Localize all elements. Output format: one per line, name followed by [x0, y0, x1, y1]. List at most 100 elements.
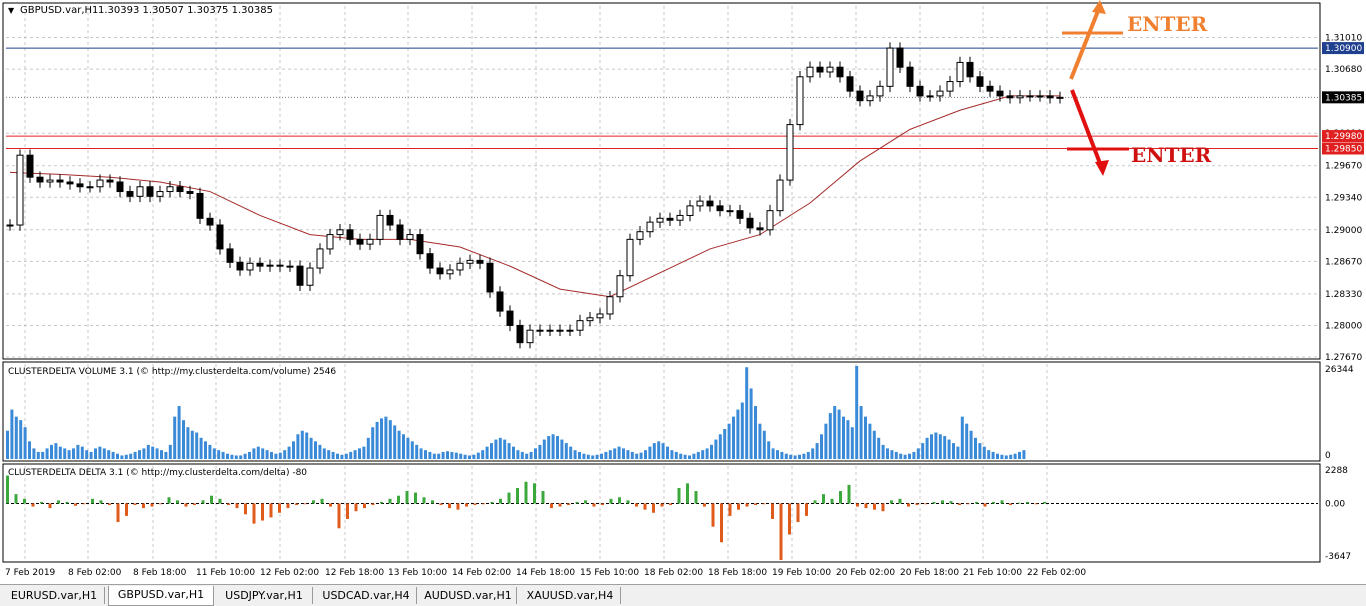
volume-bar [314, 441, 317, 459]
time-tick-label: 8 Feb 18:00 [133, 568, 187, 578]
volume-bar [331, 451, 335, 459]
delta-bar [1026, 501, 1029, 504]
volume-bar [582, 453, 586, 459]
price-tick-label: 1.29000 [1325, 226, 1362, 236]
candle-body [476, 259, 484, 264]
candle-body [1036, 95, 1044, 98]
tab-gbpusd[interactable]: GBPUSD.var,H1 [108, 586, 214, 606]
volume-bar [102, 448, 106, 459]
volume-bar [1000, 454, 1004, 459]
volume-bar [996, 453, 999, 459]
volume-bar [226, 453, 229, 459]
volume-bar [745, 367, 749, 459]
candle-body [656, 217, 664, 223]
price-tick-label: 1.29670 [1325, 162, 1362, 172]
delta-bar [924, 503, 927, 505]
delta-bar [779, 503, 783, 560]
volume-bar [494, 439, 498, 459]
volume-bar [278, 452, 282, 459]
delta-tick-label: 0.00 [1325, 499, 1345, 509]
volume-bar [767, 441, 771, 459]
volume-tick-label: 0 [1325, 451, 1331, 461]
volume-bar [978, 443, 982, 459]
volume-bar [468, 455, 471, 459]
volume-bar [437, 453, 441, 459]
candle-body [76, 183, 84, 188]
delta-bar [720, 503, 723, 543]
volume-bar [490, 443, 493, 459]
tab-eurusd[interactable]: EURUSD.var,H1 [4, 587, 105, 604]
price-label-text: 1.29980 [1325, 132, 1362, 142]
candle-body [146, 186, 154, 197]
volume-bar [366, 437, 370, 459]
volume-bar [516, 450, 520, 459]
delta-bar [601, 503, 604, 506]
volume-bar [6, 430, 9, 459]
tab-usdjpy[interactable]: USDJPY.var,H1 [216, 587, 313, 604]
volume-bar [94, 448, 97, 459]
time-tick-label: 15 Feb 10:00 [580, 568, 639, 578]
delta-bar [745, 503, 749, 507]
tab-audusd[interactable]: AUDUSD.var,H1 [420, 587, 517, 604]
volume-bar [230, 454, 234, 459]
delta-axis: 2288 0.00 -3647 [1325, 466, 1351, 562]
volume-bar [340, 454, 344, 459]
volume-bar [208, 444, 212, 459]
candle-body [836, 66, 844, 78]
candle-body [646, 221, 654, 233]
delta-bar [754, 503, 757, 506]
delta-bar [711, 503, 715, 527]
delta-bar [864, 503, 868, 509]
volume-bar [419, 448, 423, 459]
volume-bar [727, 423, 731, 459]
delta-bar [1009, 503, 1012, 506]
volume-bar [894, 451, 898, 459]
volume-bar [252, 448, 256, 459]
delta-bar [541, 491, 545, 504]
price-label-text: 1.30385 [1325, 93, 1362, 103]
price-tick-label: 1.28330 [1325, 290, 1362, 300]
volume-bar [538, 444, 542, 459]
candle-body [1006, 95, 1014, 99]
delta-bar [677, 487, 681, 504]
volume-bar [336, 453, 339, 459]
delta-bar [1034, 503, 1038, 505]
volume-bar [749, 388, 753, 459]
tab-xauusd[interactable]: XAUUSD.var,H4 [520, 587, 621, 604]
candle-body [536, 329, 544, 332]
volume-bar [705, 448, 709, 459]
delta-bar [133, 503, 137, 506]
delta-panel [2, 463, 1321, 563]
volume-bar [974, 437, 977, 459]
volume-bar [164, 451, 168, 459]
price-tick-label: 1.28670 [1325, 257, 1362, 267]
candle-body [496, 291, 504, 312]
header-arrow-icon[interactable]: ▼ [8, 6, 15, 15]
delta-bar [830, 498, 834, 504]
delta-bar [465, 503, 468, 507]
candle-body [386, 214, 394, 226]
volume-bar [507, 443, 511, 459]
candle-body [276, 264, 284, 267]
tab-usdcad[interactable]: USDCAD.var,H4 [316, 587, 417, 604]
volume-bar [639, 452, 643, 459]
time-tick-label: 13 Feb 10:00 [388, 568, 447, 578]
volume-bar [802, 453, 806, 459]
volume-bar [859, 406, 863, 459]
volume-bar [349, 451, 353, 459]
volume-tick-label: 26344 [1325, 365, 1354, 375]
candle-body [546, 329, 554, 332]
candle-body [206, 217, 214, 226]
delta-bar [805, 503, 808, 516]
volume-bar [256, 446, 260, 459]
delta-bar [652, 503, 655, 513]
volume-bar [921, 443, 925, 459]
delta-bar [261, 503, 264, 521]
candle-body [446, 269, 454, 275]
volume-bar [762, 430, 766, 459]
volume-bar [402, 434, 405, 459]
volume-bar [221, 451, 225, 459]
volume-bar [10, 409, 14, 459]
volume-bar [274, 453, 278, 459]
delta-bar [252, 503, 256, 524]
